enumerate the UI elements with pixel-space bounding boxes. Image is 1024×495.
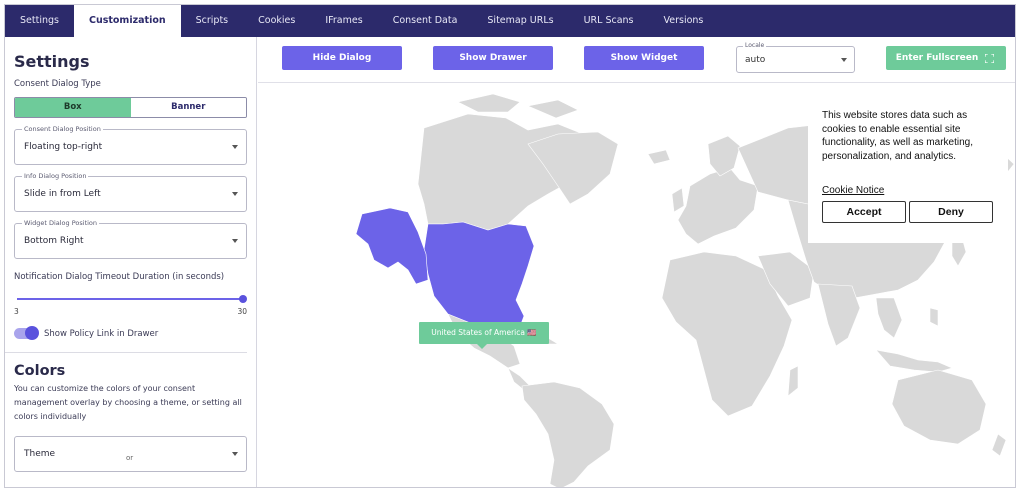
consent-position-value: Floating top-right bbox=[24, 142, 103, 152]
country-tooltip: United States of America 🇺🇸 bbox=[419, 322, 549, 349]
country-usa-alaska bbox=[355, 207, 429, 285]
deny-button[interactable]: Deny bbox=[909, 201, 993, 223]
country-philippines bbox=[929, 307, 939, 327]
scandinavia bbox=[707, 135, 741, 177]
country-india bbox=[817, 283, 861, 347]
policy-toggle-row: Show Policy Link in Drawer bbox=[14, 326, 247, 340]
locale-select[interactable]: Locale auto bbox=[736, 42, 855, 73]
locale-caption: Locale bbox=[743, 42, 767, 49]
chevron-down-icon bbox=[232, 192, 238, 196]
timeout-slider[interactable]: 3 30 bbox=[14, 290, 247, 316]
expand-icon bbox=[985, 54, 994, 63]
widget-position-caption: Widget Dialog Position bbox=[22, 219, 100, 227]
settings-heading: Settings bbox=[14, 52, 90, 71]
top-nav: Settings Customization Scripts Cookies I… bbox=[5, 5, 1015, 37]
show-widget-button[interactable]: Show Widget bbox=[584, 46, 704, 70]
tab-url-scans[interactable]: URL Scans bbox=[569, 5, 649, 37]
preview-area: Hide Dialog Show Drawer Show Widget Loca… bbox=[258, 37, 1015, 487]
country-iceland bbox=[647, 149, 671, 165]
chevron-down-icon bbox=[232, 452, 238, 456]
dialog-type-toggle: Box Banner bbox=[14, 97, 247, 118]
country-usa bbox=[423, 221, 535, 335]
consent-message: This website stores data such as cookies… bbox=[822, 110, 973, 162]
fullscreen-label: Enter Fullscreen bbox=[895, 53, 979, 63]
colors-description: You can customize the colors of your con… bbox=[14, 384, 242, 421]
tab-consent-data[interactable]: Consent Data bbox=[378, 5, 473, 37]
policy-toggle-label: Show Policy Link in Drawer bbox=[44, 328, 159, 339]
slider-min-label: 3 bbox=[14, 307, 19, 316]
southeast-asia bbox=[875, 297, 903, 339]
arctic-islands bbox=[457, 93, 579, 119]
preview-toolbar: Hide Dialog Show Drawer Show Widget Loca… bbox=[258, 37, 1015, 83]
info-position-value: Slide in from Left bbox=[24, 189, 101, 199]
consent-buttons: Accept Deny bbox=[822, 201, 996, 223]
hide-dialog-button[interactable]: Hide Dialog bbox=[282, 46, 402, 70]
slider-track bbox=[17, 298, 244, 300]
widget-position-select[interactable]: Widget Dialog Position Bottom Right bbox=[14, 219, 247, 259]
theme-value: Theme bbox=[24, 449, 56, 459]
tab-customization[interactable]: Customization bbox=[73, 5, 181, 37]
tab-cookies[interactable]: Cookies bbox=[243, 5, 310, 37]
tab-sitemap-urls[interactable]: Sitemap URLs bbox=[472, 5, 568, 37]
accept-button[interactable]: Accept bbox=[822, 201, 906, 223]
info-position-select[interactable]: Info Dialog Position Slide in from Left bbox=[14, 172, 247, 212]
divider bbox=[5, 352, 247, 353]
slider-thumb[interactable] bbox=[239, 295, 247, 303]
tab-settings[interactable]: Settings bbox=[5, 5, 74, 37]
locale-value: auto bbox=[745, 55, 766, 65]
widget-position-value: Bottom Right bbox=[24, 236, 84, 246]
fullscreen-button[interactable]: Enter Fullscreen bbox=[886, 46, 1006, 70]
country-madagascar bbox=[787, 365, 799, 397]
chevron-down-icon bbox=[232, 145, 238, 149]
toggle-knob bbox=[25, 326, 39, 340]
tab-scripts[interactable]: Scripts bbox=[181, 5, 244, 37]
info-position-caption: Info Dialog Position bbox=[22, 172, 89, 180]
dialog-type-banner-option[interactable]: Banner bbox=[130, 98, 246, 117]
show-drawer-button[interactable]: Show Drawer bbox=[433, 46, 553, 70]
chevron-down-icon bbox=[232, 239, 238, 243]
europe bbox=[677, 167, 759, 245]
colors-heading: Colors bbox=[14, 363, 66, 379]
cookie-notice-link[interactable]: Cookie Notice bbox=[822, 185, 884, 196]
timeout-label: Notification Dialog Timeout Duration (in… bbox=[14, 272, 225, 282]
or-separator: or bbox=[126, 454, 134, 462]
country-uk bbox=[671, 187, 685, 213]
consent-dialog: This website stores data such as cookies… bbox=[808, 95, 1008, 243]
tab-versions[interactable]: Versions bbox=[649, 5, 719, 37]
country-new-zealand bbox=[991, 433, 1007, 457]
slider-max-label: 30 bbox=[237, 307, 247, 316]
consent-position-caption: Consent Dialog Position bbox=[22, 125, 103, 133]
dialog-type-box-option[interactable]: Box bbox=[15, 98, 131, 117]
country-australia bbox=[891, 369, 987, 445]
south-america bbox=[521, 381, 615, 487]
consent-position-select[interactable]: Consent Dialog Position Floating top-rig… bbox=[14, 125, 247, 165]
app-window: Settings Customization Scripts Cookies I… bbox=[4, 4, 1016, 488]
dialog-type-label: Consent Dialog Type bbox=[14, 79, 101, 89]
policy-toggle-switch[interactable] bbox=[14, 326, 39, 340]
indonesia bbox=[875, 349, 953, 373]
chevron-down-icon bbox=[841, 58, 847, 62]
tab-iframes[interactable]: IFrames bbox=[310, 5, 377, 37]
settings-sidebar: Settings Consent Dialog Type Box Banner … bbox=[5, 37, 257, 487]
